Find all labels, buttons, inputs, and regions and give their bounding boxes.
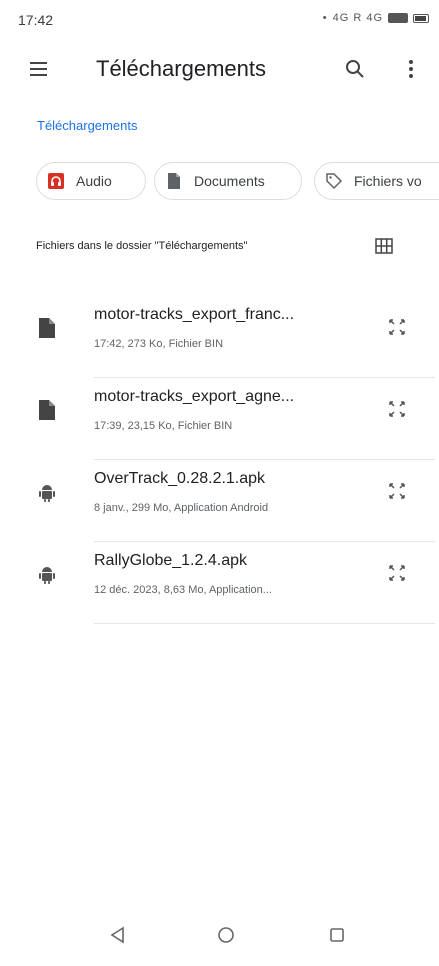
tag-icon — [326, 173, 343, 190]
file-row[interactable]: OverTrack_0.28.2.1.apk 8 janv., 299 Mo, … — [0, 460, 439, 542]
file-row[interactable]: motor-tracks_export_agne... 17:39, 23,15… — [0, 378, 439, 460]
chip-label: Documents — [194, 173, 265, 189]
file-meta: 8 janv., 299 Mo, Application Android — [94, 502, 269, 514]
status-bar: 17:42 • 4G R 4G — [0, 0, 439, 40]
home-circle-icon[interactable] — [211, 920, 241, 950]
network-badge-icon — [388, 13, 408, 23]
file-row[interactable]: RallyGlobe_1.2.4.apk 12 déc. 2023, 8,63 … — [0, 542, 439, 624]
file-meta: 12 déc. 2023, 8,63 Mo, Application... — [94, 584, 272, 596]
expand-icon[interactable] — [384, 314, 410, 340]
status-time: 17:42 — [18, 12, 54, 28]
section-header: Fichiers dans le dossier "Téléchargement… — [36, 240, 248, 252]
filter-chips: Audio Documents Fichiers vo — [36, 162, 439, 202]
document-icon — [168, 173, 180, 189]
chip-label: Fichiers vo — [354, 173, 422, 189]
android-icon — [39, 567, 55, 584]
file-meta: 17:39, 23,15 Ko, Fichier BIN — [94, 420, 233, 432]
file-meta: 17:42, 273 Ko, Fichier BIN — [94, 338, 224, 350]
chip-documents[interactable]: Documents — [154, 162, 302, 200]
app-bar: Téléchargements — [0, 44, 439, 100]
hamburger-menu-icon[interactable] — [28, 58, 54, 84]
file-name: motor-tracks_export_agne... — [94, 388, 295, 405]
file-name: RallyGlobe_1.2.4.apk — [94, 552, 247, 569]
signal-indicators-text: 4G R 4G — [332, 12, 383, 24]
divider — [94, 623, 435, 624]
search-icon[interactable] — [342, 56, 368, 82]
file-icon — [39, 400, 55, 420]
battery-icon — [413, 13, 429, 23]
audio-icon — [48, 173, 64, 189]
chip-audio[interactable]: Audio — [36, 162, 146, 200]
grid-view-icon[interactable] — [374, 236, 394, 256]
file-row[interactable]: motor-tracks_export_franc... 17:42, 273 … — [0, 296, 439, 378]
file-icon — [39, 318, 55, 338]
android-icon — [39, 485, 55, 502]
file-name: motor-tracks_export_franc... — [94, 306, 295, 323]
chip-label: Audio — [76, 173, 112, 189]
dot-icon: • — [322, 12, 328, 24]
expand-icon[interactable] — [384, 560, 410, 586]
back-triangle-icon[interactable] — [103, 920, 133, 950]
status-indicators: • 4G R 4G — [323, 12, 429, 24]
system-nav-bar — [0, 910, 439, 966]
chip-other-files[interactable]: Fichiers vo — [314, 162, 439, 200]
expand-icon[interactable] — [384, 478, 410, 504]
expand-icon[interactable] — [384, 396, 410, 422]
more-vert-icon[interactable] — [398, 56, 424, 82]
recents-square-icon[interactable] — [322, 920, 352, 950]
page-title: Téléchargements — [96, 56, 266, 81]
file-name: OverTrack_0.28.2.1.apk — [94, 470, 266, 487]
breadcrumb[interactable]: Téléchargements — [37, 118, 137, 133]
